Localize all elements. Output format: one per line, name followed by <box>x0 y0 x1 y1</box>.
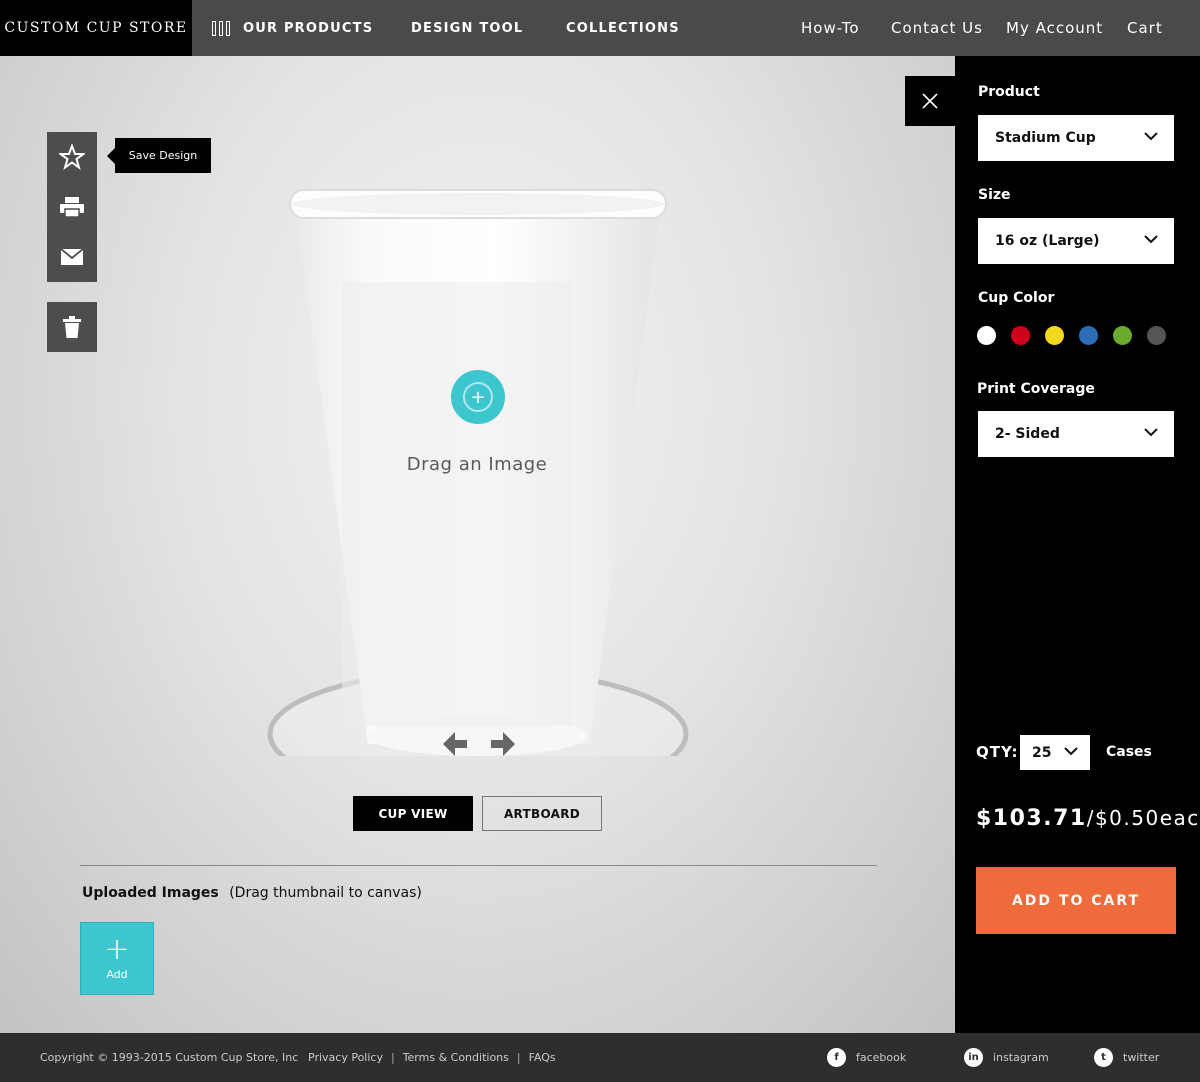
nav-my-account[interactable]: My Account <box>1006 0 1103 56</box>
nav-our-products[interactable]: OUR PRODUCTS <box>212 0 373 56</box>
product-options-panel: Product Stadium Cup Size 16 oz (Large) C… <box>955 56 1200 1033</box>
envelope-icon <box>61 249 83 265</box>
color-swatch-red[interactable] <box>1011 326 1030 345</box>
footer-links: Privacy Policy | Terms & Conditions | FA… <box>308 1033 556 1082</box>
instagram-label: instagram <box>993 1051 1049 1064</box>
add-upload-label: Add <box>106 968 128 981</box>
size-select-value: 16 oz (Large) <box>995 233 1100 249</box>
email-button[interactable] <box>47 232 97 282</box>
close-button[interactable] <box>905 76 955 126</box>
add-to-cart-button[interactable]: ADD TO CART <box>976 867 1176 934</box>
nav-design-tool[interactable]: DESIGN TOOL <box>411 0 523 56</box>
nav-how-to[interactable]: How-To <box>801 0 860 56</box>
artboard-button[interactable]: ARTBOARD <box>482 796 602 831</box>
add-image-button[interactable]: + <box>451 370 505 424</box>
instagram-link[interactable]: in instagram <box>964 1033 1049 1082</box>
twitter-label: twitter <box>1123 1051 1160 1064</box>
color-swatch-gray[interactable] <box>1147 326 1166 345</box>
facebook-label: facebook <box>856 1051 907 1064</box>
save-design-tooltip: Save Design <box>107 138 211 173</box>
cases-label: Cases <box>1106 744 1152 760</box>
trash-icon <box>63 316 81 338</box>
instagram-icon: in <box>964 1048 983 1067</box>
facebook-link[interactable]: f facebook <box>827 1033 906 1082</box>
printer-icon <box>60 197 84 218</box>
cup-color-label: Cup Color <box>978 290 1055 306</box>
copyright-text: Copyright © 1993-2015 Custom Cup Store, … <box>40 1051 299 1064</box>
size-label: Size <box>978 187 1011 203</box>
product-label: Product <box>978 84 1040 100</box>
close-icon <box>922 93 938 109</box>
section-divider <box>80 865 877 866</box>
link-separator: | <box>390 1051 395 1064</box>
color-swatch-blue[interactable] <box>1079 326 1098 345</box>
brand-logo[interactable]: CUSTOM CUP STORE <box>0 0 192 56</box>
price-each: /$0.50each <box>1086 806 1200 830</box>
design-canvas: Save Design + Drag an Image CUP VIEW ART… <box>0 56 955 1033</box>
nav-our-products-label: OUR PRODUCTS <box>243 20 374 36</box>
color-swatch-yellow[interactable] <box>1045 326 1064 345</box>
price-total: $103.71 <box>976 806 1087 831</box>
price-display: $103.71/$0.50each <box>976 806 1200 831</box>
add-upload-button[interactable]: + Add <box>80 922 154 995</box>
facebook-icon: f <box>827 1048 846 1067</box>
star-icon <box>59 144 85 170</box>
qty-label: QTY: <box>976 743 1019 761</box>
print-coverage-select[interactable]: 2- Sided <box>978 411 1174 457</box>
chevron-down-icon <box>1144 235 1158 244</box>
products-grid-icon <box>212 20 230 36</box>
uploaded-images-title: Uploaded Images <box>82 885 219 901</box>
save-design-button[interactable] <box>47 132 97 182</box>
privacy-policy-link[interactable]: Privacy Policy <box>308 1051 383 1064</box>
product-select[interactable]: Stadium Cup <box>978 115 1174 161</box>
cup-view-button[interactable]: CUP VIEW <box>353 796 473 831</box>
image-drop-zone[interactable] <box>322 226 634 670</box>
print-button[interactable] <box>47 182 97 232</box>
plus-icon: + <box>104 932 130 967</box>
terms-link[interactable]: Terms & Conditions <box>403 1051 509 1064</box>
nav-cart[interactable]: Cart <box>1127 0 1163 56</box>
delete-button[interactable] <box>47 302 97 352</box>
qty-value: 25 <box>1032 744 1052 761</box>
rotate-left-button[interactable] <box>443 730 469 758</box>
link-separator: | <box>516 1051 521 1064</box>
arrow-left-icon <box>443 732 467 756</box>
nav-collections[interactable]: COLLECTIONS <box>566 0 680 56</box>
twitter-link[interactable]: t twitter <box>1094 1033 1159 1082</box>
color-swatch-green[interactable] <box>1113 326 1132 345</box>
qty-select[interactable]: 25 <box>1020 735 1090 770</box>
plus-icon: + <box>463 382 493 412</box>
chevron-down-icon <box>1144 132 1158 141</box>
twitter-icon: t <box>1094 1048 1113 1067</box>
color-swatch-white[interactable] <box>977 326 996 345</box>
nav-contact-us[interactable]: Contact Us <box>891 0 983 56</box>
chevron-down-icon <box>1064 747 1078 756</box>
uploaded-images-hint: (Drag thumbnail to canvas) <box>229 885 422 901</box>
arrow-right-icon <box>491 732 515 756</box>
footer: Copyright © 1993-2015 Custom Cup Store, … <box>0 1033 1200 1082</box>
rotate-right-button[interactable] <box>489 730 515 758</box>
uploaded-images-heading: Uploaded Images (Drag thumbnail to canva… <box>82 885 422 901</box>
drag-image-label: Drag an Image <box>406 454 548 475</box>
top-nav: CUSTOM CUP STORE OUR PRODUCTS DESIGN TOO… <box>0 0 1200 56</box>
print-coverage-value: 2- Sided <box>995 426 1060 442</box>
print-coverage-label: Print Coverage <box>977 381 1095 397</box>
chevron-down-icon <box>1144 428 1158 437</box>
size-select[interactable]: 16 oz (Large) <box>978 218 1174 264</box>
faqs-link[interactable]: FAQs <box>529 1051 556 1064</box>
product-select-value: Stadium Cup <box>995 130 1096 146</box>
